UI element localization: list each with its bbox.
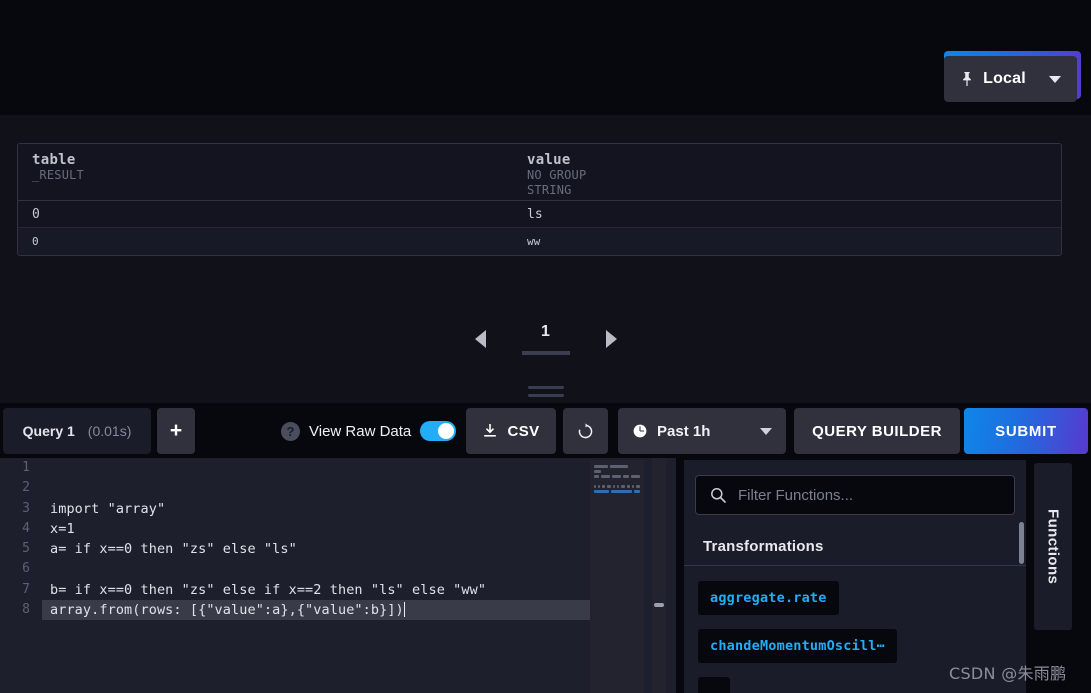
watermark: CSDN @朱雨鹏	[949, 664, 1067, 683]
top-bar-actions: Local SAVE AS	[944, 51, 1081, 102]
query-tab-1[interactable]: Query 1 (0.01s)	[3, 408, 151, 454]
add-query-button[interactable]: +	[157, 408, 195, 454]
line-number: 8	[22, 602, 30, 618]
handle-line	[527, 393, 564, 397]
line-number: 7	[22, 581, 30, 597]
chevron-down-icon	[1048, 75, 1061, 83]
pagination-page-number[interactable]: 1	[521, 323, 570, 355]
scrollbar-thumb[interactable]	[654, 603, 664, 607]
code-line: a= if x==0 then "zs" else "ls"	[50, 541, 297, 558]
refresh-button[interactable]	[563, 408, 608, 454]
clock-icon	[633, 424, 647, 438]
column-meta: _RESULT	[32, 168, 84, 182]
refresh-icon	[578, 422, 593, 438]
column-header-value: value NO GROUP STRING	[513, 144, 1061, 200]
results-panel: table _RESULT value NO GROUP STRING 0 ls…	[0, 115, 1091, 403]
pagination-prev-icon[interactable]	[474, 330, 486, 348]
influxdb-data-explorer: Local SAVE AS table _RESULT	[0, 0, 1091, 693]
top-bar: Local SAVE AS	[0, 0, 1091, 115]
submit-label: SUBMIT	[995, 422, 1057, 440]
section-title: Transformations	[703, 538, 824, 555]
time-range-button[interactable]: Past 1h	[618, 408, 786, 454]
functions-scrollbar-thumb[interactable]	[1019, 522, 1024, 564]
editor-code-area[interactable]: import "array" x=1 a= if x==0 then "zs" …	[42, 458, 590, 693]
chevron-down-icon	[760, 427, 772, 435]
function-item[interactable]	[698, 677, 731, 693]
functions-tab-label: Functions	[1044, 508, 1062, 585]
line-number: 5	[22, 541, 30, 557]
function-name: chandeMomentumOscill⋯	[710, 638, 885, 654]
flux-script-editor[interactable]: 1 2 3 4 5 6 7 8 import "array" x=1 a= if…	[0, 458, 676, 693]
function-item[interactable]: aggregate.rate	[698, 581, 839, 615]
query-toolbar: Query 1 (0.01s) + ? View Raw Data CSV Pa…	[0, 403, 1091, 458]
filter-functions-search[interactable]	[695, 475, 1015, 515]
cell-value: ww	[527, 235, 541, 248]
line-number: 3	[22, 500, 30, 516]
line-number: 4	[22, 520, 30, 536]
table-row: 0 ww	[18, 228, 1061, 255]
search-icon	[711, 488, 726, 503]
code-line: b= if x==0 then "zs" else if x==2 then "…	[50, 581, 487, 598]
code-line: x=1	[50, 520, 75, 537]
functions-section-header: Transformations	[684, 530, 1026, 566]
query-builder-label: QUERY BUILDER	[812, 422, 942, 440]
line-number: 1	[22, 460, 30, 475]
table-row: 0 ls	[18, 201, 1061, 228]
editor-line-numbers: 1 2 3 4 5 6 7 8	[0, 458, 42, 693]
results-table-header: table _RESULT value NO GROUP STRING	[18, 144, 1061, 201]
handle-line	[527, 385, 564, 389]
query-builder-button[interactable]: QUERY BUILDER	[794, 408, 960, 454]
code-line-active: array.from(rows: [{"value":a},{"value":b…	[42, 600, 590, 621]
function-name: aggregate.rate	[710, 590, 827, 606]
column-header-table: table _RESULT	[18, 144, 513, 200]
pagination-next-icon[interactable]	[605, 330, 617, 348]
view-raw-data-switch[interactable]	[420, 421, 457, 441]
column-meta: NO GROUP	[527, 168, 587, 182]
csv-download-button[interactable]: CSV	[466, 408, 556, 454]
local-source-button[interactable]: Local	[944, 56, 1077, 102]
view-raw-data-label: View Raw Data	[309, 422, 412, 440]
functions-toggle-tab[interactable]: Functions	[1034, 463, 1072, 630]
code-line-text: array.from(rows: [{"value":a},{"value":b…	[50, 602, 404, 619]
code-line: import "array"	[50, 500, 166, 517]
column-name: table	[32, 152, 76, 168]
download-icon	[484, 424, 497, 437]
cell-value: ls	[527, 206, 543, 222]
cell-table: 0	[32, 206, 40, 222]
functions-panel: Transformations aggregate.rate chandeMom…	[684, 460, 1026, 693]
search-input[interactable]	[738, 486, 1000, 504]
line-number: 6	[22, 561, 30, 577]
text-cursor	[403, 602, 406, 618]
editor-scrollbar[interactable]	[652, 458, 666, 693]
line-number: 2	[22, 480, 30, 496]
csv-label: CSV	[507, 422, 540, 440]
query-tab-name: Query 1	[22, 423, 75, 439]
results-table: table _RESULT value NO GROUP STRING 0 ls…	[17, 143, 1062, 256]
panel-resize-handle[interactable]	[0, 381, 1091, 401]
query-tab-time: (0.01s)	[87, 423, 132, 439]
column-meta: STRING	[527, 183, 572, 197]
local-source-label: Local	[983, 70, 1026, 87]
view-raw-data-toggle-group[interactable]: ? View Raw Data	[281, 408, 457, 454]
switch-knob	[438, 423, 455, 439]
pin-icon	[963, 72, 971, 86]
submit-button[interactable]: SUBMIT	[964, 408, 1088, 454]
cell-table: 0	[32, 235, 39, 248]
help-icon[interactable]: ?	[281, 421, 300, 441]
column-name: value	[527, 152, 571, 168]
time-range-label: Past 1h	[657, 422, 711, 440]
pagination: 1	[0, 323, 1091, 355]
function-item[interactable]: chandeMomentumOscill⋯	[698, 629, 897, 663]
editor-minimap[interactable]	[590, 460, 644, 693]
